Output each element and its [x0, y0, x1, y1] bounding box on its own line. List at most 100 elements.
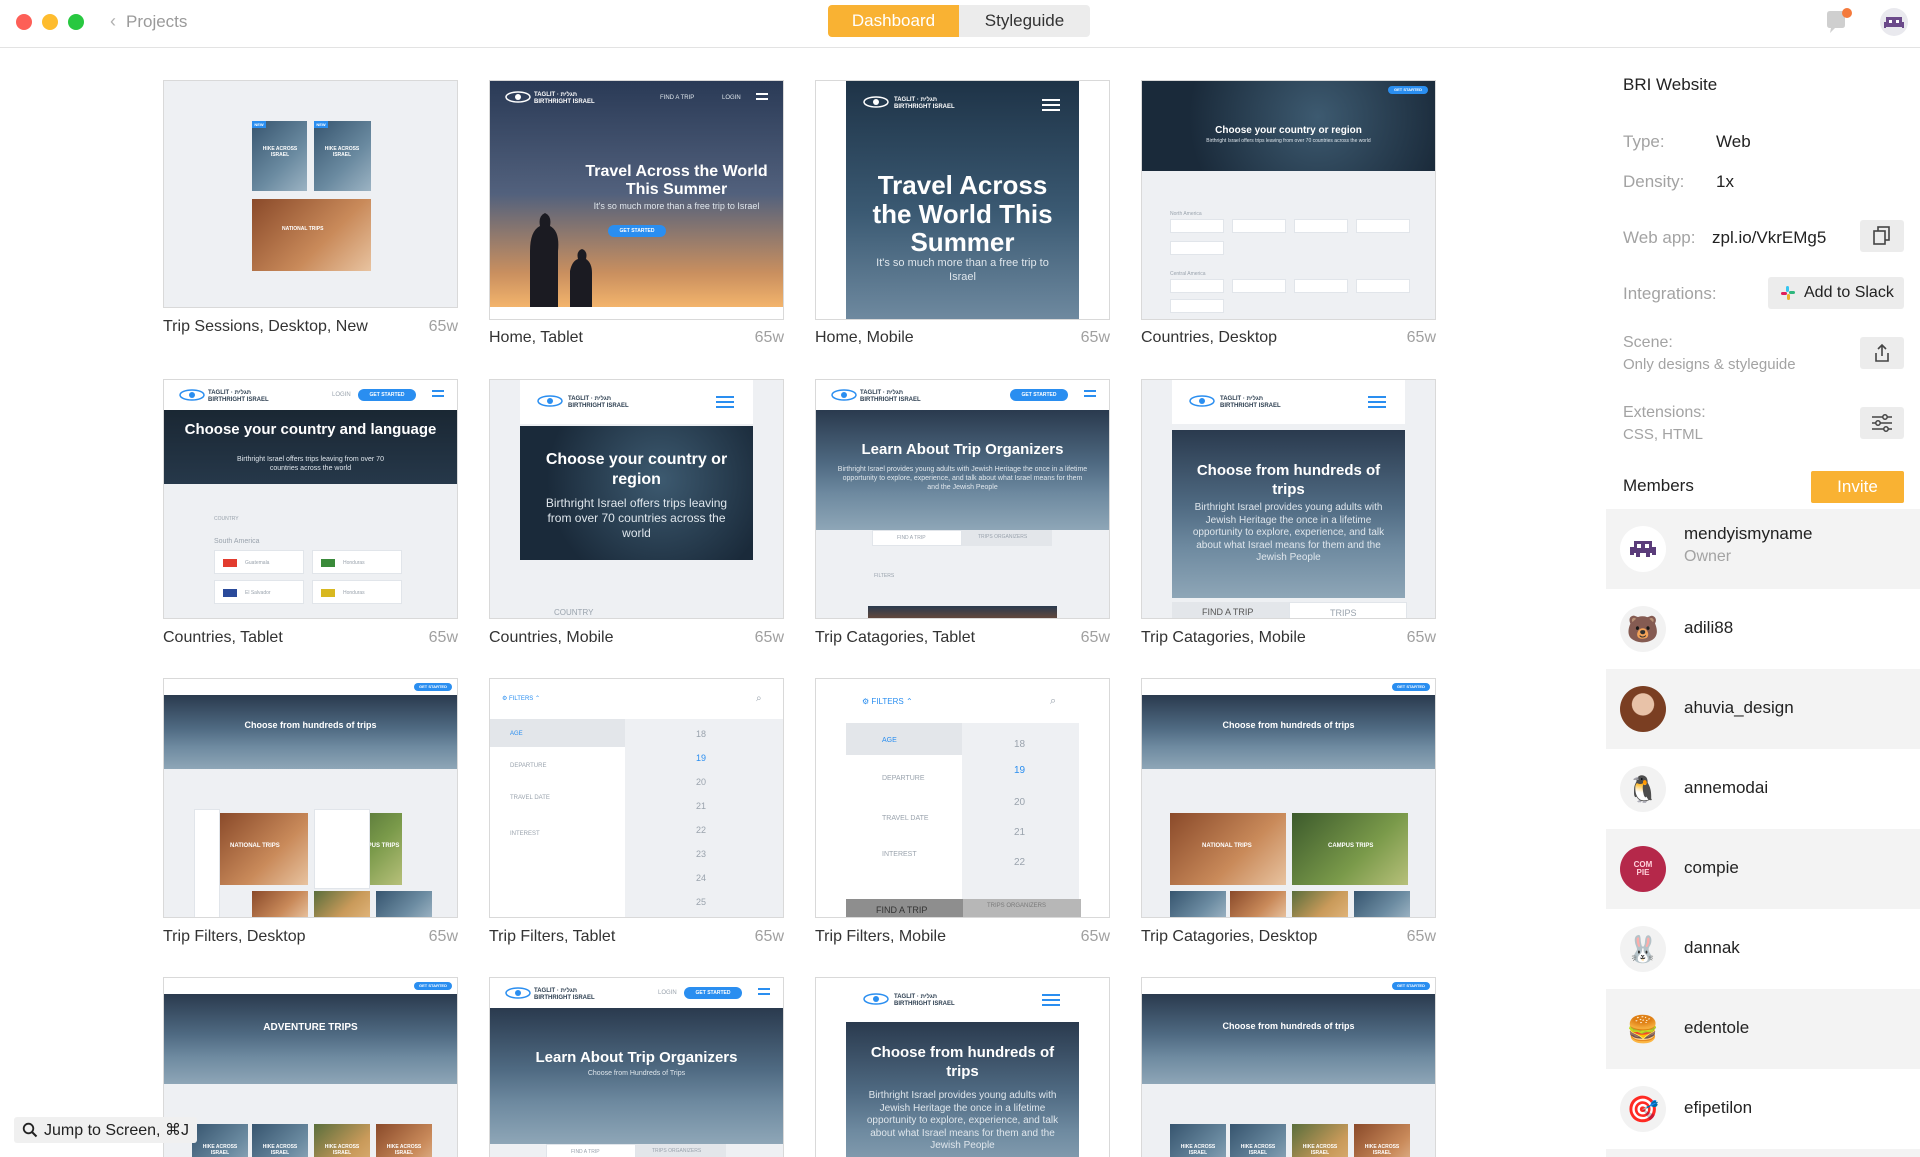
screen-thumbnail[interactable]: GET STARTED Choose from hundreds of trip… — [1141, 678, 1436, 918]
screen-thumbnail[interactable]: ⚙ FILTERS ⌃ ⌕ AGE DEPARTURE TRAVEL DATE … — [489, 678, 784, 918]
member-row[interactable]: mendyismyname Owner — [1606, 509, 1920, 589]
search-icon: ⌕ — [756, 693, 762, 704]
screen-name: Home, Mobile — [815, 329, 914, 346]
back-to-projects-link[interactable]: ‹ Projects — [110, 11, 187, 32]
zoom-window-button[interactable] — [68, 14, 84, 30]
burger-icon: 🍔 — [1620, 1006, 1666, 1052]
member-row[interactable]: 🍔 edentole — [1606, 989, 1920, 1069]
get-started-button: GET STARTED — [1392, 683, 1430, 691]
rabbit-icon: 🐰 — [1620, 926, 1666, 972]
get-started-button: GET STARTED — [608, 225, 666, 237]
hero-headline: Choose from hundreds of trips — [870, 1044, 1055, 1080]
screen-thumbnail[interactable]: GET STARTED Choose your country or regio… — [1141, 80, 1436, 320]
member-name: edentole — [1684, 1018, 1750, 1037]
screen-thumbnail[interactable]: TAGLIT · תגלית BIRTHRIGHT ISRAEL Travel A… — [815, 80, 1110, 320]
member-role: Owner — [1684, 548, 1732, 565]
screen-caption: Home, Tablet 65w — [489, 329, 784, 347]
hero-headline: Choose your country and language — [184, 421, 437, 438]
screen-thumbnail[interactable]: TAGLIT · תגלית BIRTHRIGHT ISRAEL FIND A T… — [489, 80, 784, 320]
hero-headline: Choose from hundreds of trips — [1196, 462, 1381, 498]
filters-label: ⚙ FILTERS ⌃ — [862, 697, 913, 706]
export-scene-button[interactable] — [1860, 337, 1904, 369]
chevron-left-icon: ‹ — [110, 11, 116, 31]
screen-thumbnail[interactable]: GET STARTED ADVENTURE TRIPS HIKE ACROSS … — [163, 977, 458, 1157]
hamburger-icon — [1368, 396, 1386, 408]
hamburger-icon — [432, 390, 444, 399]
get-started-button: GET STARTED — [358, 389, 416, 401]
member-row[interactable]: COM PIE compie — [1606, 829, 1920, 909]
birthright-logo-icon — [831, 389, 857, 401]
photo-avatar — [1620, 686, 1666, 732]
member-row[interactable]: ahuvia_design — [1606, 669, 1920, 749]
hero-subtitle: Birthright Israel offers trips leaving f… — [1206, 138, 1371, 144]
scene-value: Only designs & styleguide — [1623, 356, 1796, 373]
logo-text: TAGLIT · תגלית BIRTHRIGHT ISRAEL — [568, 396, 629, 409]
screen-name: Countries, Mobile — [489, 629, 614, 646]
get-started-button: GET STARTED — [414, 982, 452, 990]
logo-text: TAGLIT · תגלית BIRTHRIGHT ISRAEL — [894, 994, 955, 1007]
user-avatar[interactable] — [1880, 8, 1908, 36]
penguin-icon: 🐧 — [1620, 766, 1666, 812]
screen-thumbnail[interactable]: TAGLIT · תגלית BIRTHRIGHT ISRAEL LOGIN GE… — [489, 977, 784, 1157]
birthright-logo-icon — [537, 395, 563, 407]
screen-thumbnail[interactable]: TAGLIT · תגלית BIRTHRIGHT ISRAEL Choose f… — [1141, 379, 1436, 619]
screen-thumbnail[interactable]: TAGLIT · תגלית BIRTHRIGHT ISRAEL LOGIN GE… — [163, 379, 458, 619]
get-started-button: GET STARTED — [1388, 86, 1428, 94]
screen-thumbnail[interactable]: TAGLIT · תגלית BIRTHRIGHT ISRAEL GET STAR… — [815, 379, 1110, 619]
new-badge: NEW — [314, 121, 328, 128]
slack-label: Add to Slack — [1804, 284, 1894, 301]
screen-name: Trip Catagories, Tablet — [815, 629, 976, 646]
birthright-logo-icon — [863, 993, 889, 1005]
copy-link-button[interactable] — [1860, 220, 1904, 252]
screens-grid: NEW NEW HIKE ACROSS ISRAEL HIKE ACROSS I… — [0, 48, 1606, 1157]
screen-thumbnail[interactable]: TAGLIT · תגלית BIRTHRIGHT ISRAEL Choose y… — [489, 379, 784, 619]
copy-icon — [1873, 226, 1890, 245]
hero-image — [164, 695, 457, 769]
close-window-button[interactable] — [16, 14, 32, 30]
extensions-settings-button[interactable] — [1860, 407, 1904, 439]
hamburger-icon — [756, 93, 768, 102]
screen-caption: Countries, Tablet 65w — [163, 629, 458, 647]
screen-width: 65w — [754, 629, 784, 646]
webapp-link[interactable]: zpl.io/VkrEMg5 — [1712, 228, 1826, 248]
invite-button[interactable]: Invite — [1811, 471, 1904, 503]
hamburger-icon — [758, 988, 770, 997]
tab-styleguide[interactable]: Styleguide — [959, 5, 1090, 37]
logo-text: TAGLIT · תגלית BIRTHRIGHT ISRAEL — [208, 390, 269, 403]
nav-login: LOGIN — [722, 95, 741, 101]
birthright-logo-icon — [505, 987, 531, 999]
member-row[interactable]: 🐻 adili88 — [1606, 589, 1920, 669]
logo-text: TAGLIT · תגלית BIRTHRIGHT ISRAEL — [534, 92, 595, 105]
screen-width: 65w — [1080, 928, 1110, 945]
logo-text: TAGLIT · תגלית BIRTHRIGHT ISRAEL — [1220, 396, 1281, 409]
hero-subtitle: Choose from Hundreds of Trips — [587, 1070, 686, 1077]
screen-thumbnail[interactable]: NEW NEW HIKE ACROSS ISRAEL HIKE ACROSS I… — [163, 80, 458, 308]
minimize-window-button[interactable] — [42, 14, 58, 30]
member-row[interactable]: 🐧 annemodai — [1606, 749, 1920, 829]
screen-thumbnail[interactable]: GET STARTED Choose from hundreds of trip… — [1141, 977, 1436, 1157]
notification-badge — [1842, 8, 1852, 18]
screen-width: 65w — [428, 928, 458, 945]
birthright-logo-icon — [505, 91, 531, 103]
screen-width: 65w — [754, 329, 784, 346]
tab-dashboard[interactable]: Dashboard — [828, 5, 959, 37]
screen-caption: Trip Catagories, Mobile 65w — [1141, 629, 1436, 647]
member-row[interactable]: 🎯 efipetilon — [1606, 1069, 1920, 1149]
country-field: COUNTRY — [214, 516, 239, 522]
hero-image — [164, 994, 457, 1084]
density-label: Density: — [1623, 172, 1685, 191]
screen-width: 65w — [1406, 629, 1436, 646]
screen-thumbnail[interactable]: TAGLIT · תגלית BIRTHRIGHT ISRAEL Choose f… — [815, 977, 1110, 1157]
hamburger-icon — [1042, 99, 1060, 111]
screen-caption: Trip Filters, Mobile 65w — [815, 928, 1110, 946]
screen-caption: Trip Filters, Tablet 65w — [489, 928, 784, 946]
jump-to-screen-button[interactable]: Jump to Screen, ⌘J — [14, 1117, 197, 1143]
member-row[interactable]: 🐰 dannak — [1606, 909, 1920, 989]
birthright-logo-icon — [863, 96, 889, 108]
add-to-slack-button[interactable]: Add to Slack — [1768, 277, 1904, 309]
screen-thumbnail[interactable]: GET STARTED Choose from hundreds of trip… — [163, 678, 458, 918]
screen-thumbnail[interactable]: ⚙ FILTERS ⌃ ⌕ AGE DEPARTURE TRAVEL DATE … — [815, 678, 1110, 918]
screen-caption: Trip Catagories, Desktop 65w — [1141, 928, 1436, 946]
view-switcher: Dashboard Styleguide — [828, 5, 1090, 37]
hero-subtitle: Birthright Israel offers trips leaving f… — [237, 456, 384, 472]
